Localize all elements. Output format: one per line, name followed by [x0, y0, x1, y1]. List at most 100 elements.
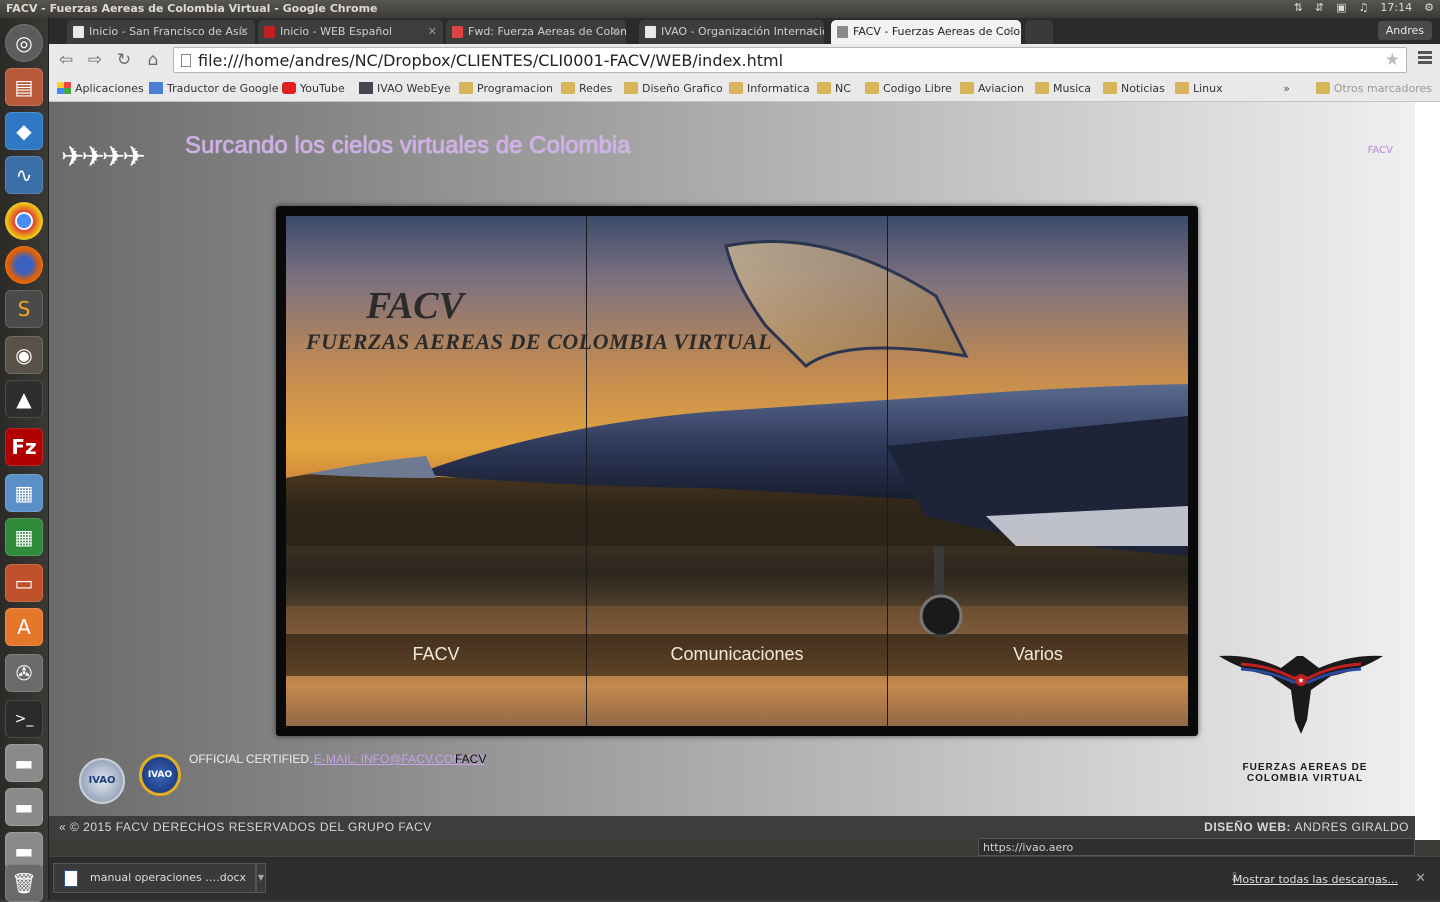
- launcher: ◎ ▤ ◆ ∿ S ◉ ▲ Fz ▦ ▦ ▭ A ✇ >_ ▬ ▬ ▬ 🗑: [0, 18, 49, 902]
- bookmark-folder[interactable]: Codigo Libre: [865, 82, 952, 95]
- header-link[interactable]: FACV: [1368, 145, 1393, 156]
- gimp-icon[interactable]: ◉: [5, 336, 43, 374]
- design-label: DISEÑO WEB:: [1204, 820, 1291, 834]
- bookmark-folder[interactable]: Noticias: [1103, 82, 1165, 95]
- window-title: FACV - Fuerzas Aereas de Colombia Virtua…: [6, 2, 378, 15]
- bookmark-folder[interactable]: Diseño Grafico: [624, 82, 723, 95]
- other-bookmarks[interactable]: Otros marcadores: [1315, 82, 1432, 95]
- chevron-down-icon[interactable]: ▼: [256, 863, 266, 893]
- software-center-icon[interactable]: A: [5, 608, 43, 646]
- bookmarks-overflow-button[interactable]: »: [1283, 82, 1290, 95]
- bookmark-translate[interactable]: Traductor de Google: [149, 82, 278, 95]
- url-text: file:///home/andres/NC/Dropbox/CLIENTES/…: [198, 51, 784, 70]
- bookmark-ivao-webeye[interactable]: IVAO WebEye: [359, 82, 451, 95]
- tab[interactable]: Inicio - San Francisco de Asís ✕: [67, 20, 255, 44]
- close-icon[interactable]: ✕: [809, 25, 818, 38]
- browser-chrome: Inicio - San Francisco de Asís ✕ Inicio -…: [49, 18, 1440, 102]
- folder-icon: [865, 82, 879, 94]
- settings-icon[interactable]: ⚙: [1424, 1, 1434, 14]
- show-all-downloads-link[interactable]: Mostrar todas las descargas...: [1233, 873, 1398, 886]
- bookmark-folder[interactable]: NC: [817, 82, 851, 95]
- home-icon[interactable]: ⌂: [142, 50, 164, 70]
- ivao-icon: [359, 82, 373, 94]
- close-icon[interactable]: ✕: [611, 25, 620, 38]
- close-icon[interactable]: ✕: [240, 25, 249, 38]
- tab-active[interactable]: FACV - Fuerzas Aereas de Colombia✕: [831, 20, 1021, 44]
- bookmark-youtube[interactable]: YouTube: [282, 82, 345, 95]
- download-shelf: manual operaciones ….docx ▼ ⇩ Mostrar to…: [49, 856, 1440, 900]
- menu-item-varios[interactable]: Varios: [888, 644, 1188, 665]
- bookmark-folder[interactable]: Aviacion: [960, 82, 1024, 95]
- back-icon[interactable]: ⇦: [55, 50, 77, 70]
- chrome-icon[interactable]: [5, 202, 43, 240]
- forward-icon[interactable]: ⇨: [84, 50, 106, 70]
- bookmark-folder[interactable]: Programacion: [459, 82, 553, 95]
- emblem-text: FUERZAS AEREAS DE COLOMBIA VIRTUAL: [1242, 762, 1368, 784]
- inkscape-icon[interactable]: ▲: [5, 380, 43, 418]
- ivao-colombia-logo[interactable]: IVAO: [139, 754, 181, 796]
- transfer-icon[interactable]: ⇵: [1315, 1, 1324, 14]
- drive-icon[interactable]: ▬: [5, 788, 43, 826]
- scrollbar[interactable]: [1415, 102, 1440, 840]
- page-icon: [181, 54, 191, 67]
- bookmark-folder[interactable]: Redes: [561, 82, 612, 95]
- ivao-logo[interactable]: IVAO: [79, 758, 125, 804]
- tab[interactable]: Fwd: Fuerza Aereas de Colombia✕: [446, 20, 626, 44]
- bookmark-folder[interactable]: Informatica: [729, 82, 810, 95]
- battery-icon[interactable]: ▣: [1336, 1, 1346, 14]
- bookmark-apps[interactable]: Aplicaciones: [57, 82, 144, 95]
- close-icon[interactable]: ✕: [1415, 871, 1426, 886]
- facv-emblem-logo: ★: [1219, 655, 1383, 734]
- close-icon[interactable]: ✕: [428, 25, 437, 38]
- sublime-text-icon[interactable]: S: [5, 290, 43, 328]
- drive-icon[interactable]: ▬: [5, 744, 43, 782]
- profile-button[interactable]: Andres: [1377, 21, 1432, 40]
- filezilla-icon[interactable]: Fz: [5, 428, 43, 466]
- file-manager-icon[interactable]: ▤: [5, 68, 43, 106]
- address-bar[interactable]: file:///home/andres/NC/Dropbox/CLIENTES/…: [173, 47, 1407, 73]
- hero-title: FACV: [366, 285, 464, 327]
- bookmark-folder[interactable]: Musica: [1035, 82, 1091, 95]
- folder-icon: [1315, 82, 1330, 94]
- dropbox-icon[interactable]: ◆: [5, 112, 43, 150]
- tab[interactable]: IVAO - Organización Internacional✕: [639, 20, 824, 44]
- airplanes-icon: ✈✈✈✈: [61, 140, 146, 173]
- image-viewer-icon[interactable]: ▦: [5, 474, 43, 512]
- firefox-icon[interactable]: [5, 246, 43, 284]
- menu-icon[interactable]: [1418, 51, 1432, 67]
- folder-icon: [1175, 82, 1189, 94]
- new-tab-button[interactable]: [1025, 20, 1053, 44]
- tab-label: IVAO - Organización Internacional: [661, 25, 824, 38]
- trash-icon[interactable]: 🗑: [5, 864, 43, 902]
- menu-item-comunicaciones[interactable]: Comunicaciones: [587, 644, 887, 665]
- page-icon: [73, 26, 84, 38]
- bookmarks-bar: Aplicaciones Traductor de Google YouTube…: [49, 76, 1440, 102]
- folder-icon: [624, 82, 638, 94]
- system-settings-icon[interactable]: ✇: [5, 654, 43, 692]
- network-icon[interactable]: ⇅: [1294, 1, 1303, 14]
- tab-label: Inicio - WEB Español: [280, 25, 393, 38]
- volume-icon[interactable]: ♫: [1359, 1, 1369, 14]
- system-tray: ⇅ ⇵ ▣ ♫ 17:14 ⚙: [1294, 1, 1434, 14]
- gmail-icon: [452, 26, 463, 38]
- folder-icon: [729, 82, 743, 94]
- folder-icon: [1103, 82, 1117, 94]
- facv-link[interactable]: FACV: [455, 752, 486, 766]
- bookmark-folder[interactable]: Linux: [1175, 82, 1223, 95]
- reload-icon[interactable]: ↻: [113, 50, 135, 70]
- hero-image: FACV FUERZAS AEREAS DE COLOMBIA VIRTUAL …: [286, 216, 1188, 726]
- terminal-icon[interactable]: >_: [5, 700, 43, 738]
- menu-item-facv[interactable]: FACV: [286, 644, 586, 665]
- spreadsheet-icon[interactable]: ▦: [5, 518, 43, 556]
- star-icon[interactable]: ★: [1385, 50, 1400, 70]
- system-monitor-icon[interactable]: ∿: [5, 156, 43, 194]
- download-item[interactable]: manual operaciones ….docx: [53, 863, 256, 893]
- page-icon: [645, 26, 656, 38]
- status-bubble: https://ivao.aero: [978, 838, 1415, 856]
- ubuntu-dash-icon[interactable]: ◎: [5, 24, 43, 62]
- clock[interactable]: 17:14: [1380, 1, 1412, 14]
- presentation-icon[interactable]: ▭: [5, 564, 43, 602]
- tab-label: Inicio - San Francisco de Asís: [89, 25, 248, 38]
- close-icon[interactable]: ✕: [1006, 25, 1015, 38]
- tab[interactable]: Inicio - WEB Español ✕: [258, 20, 443, 44]
